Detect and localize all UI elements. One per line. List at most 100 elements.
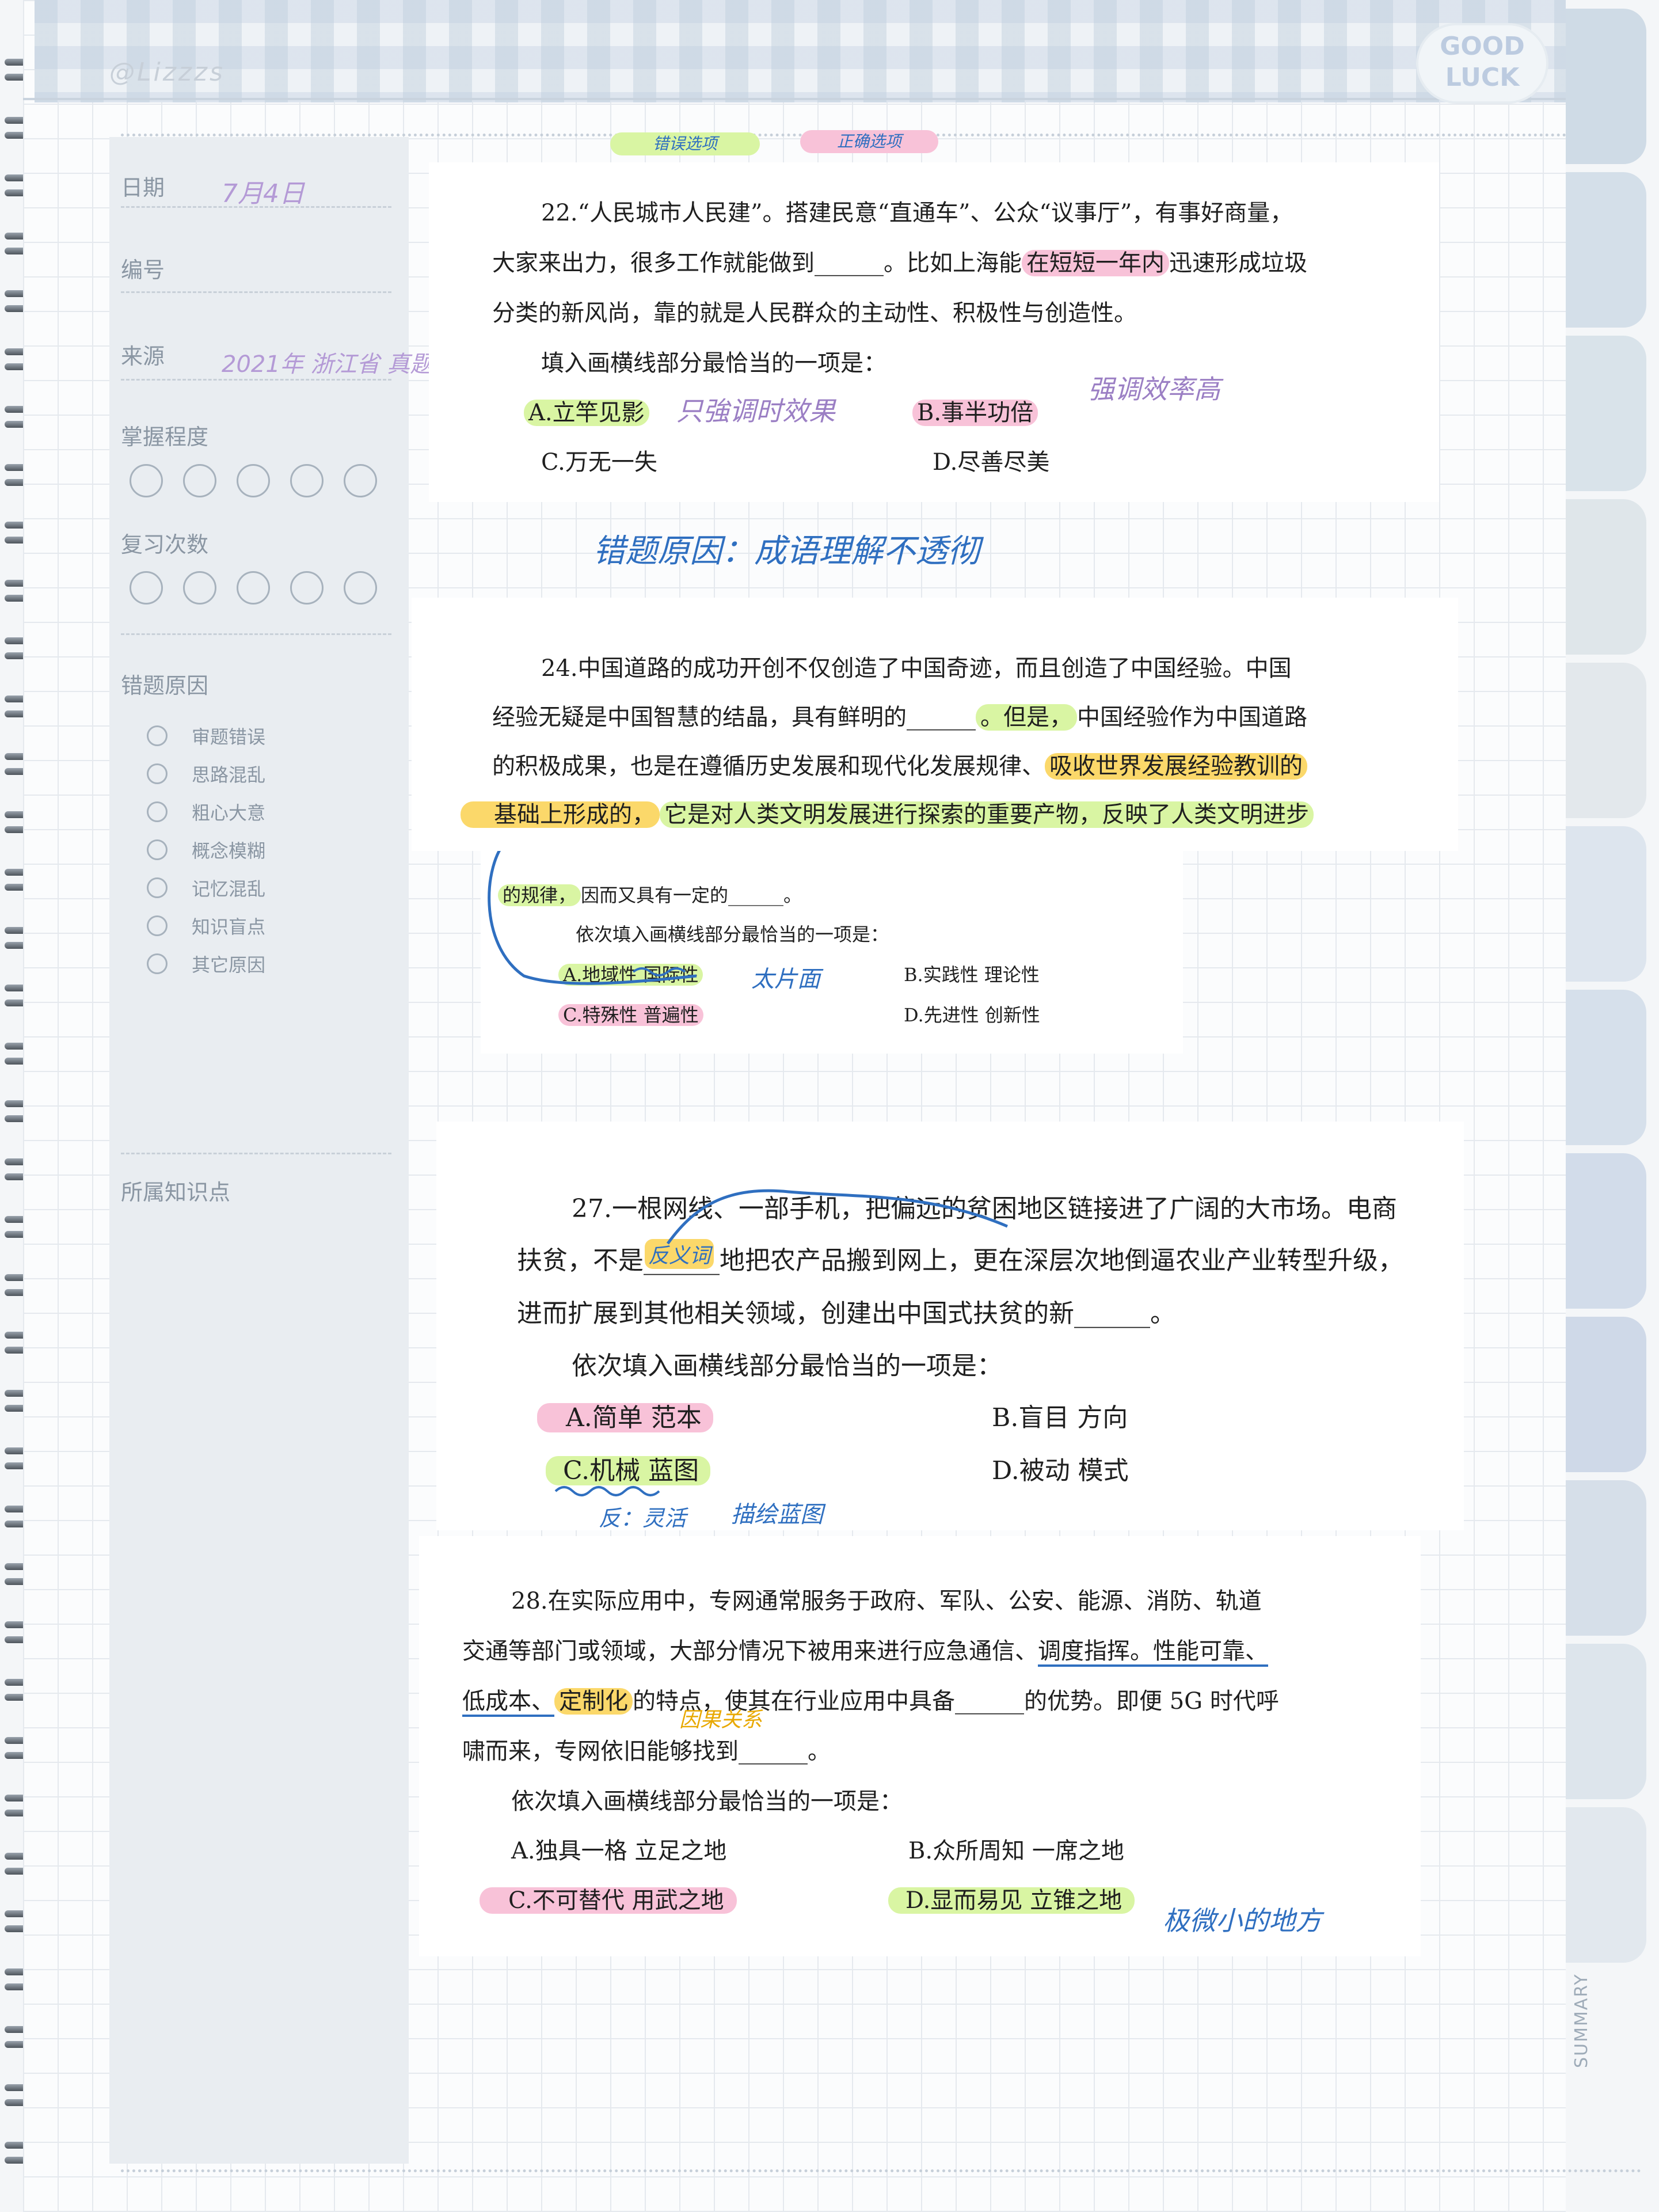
q24-highlight: 吸收世界发展经验教训的 bbox=[1045, 753, 1307, 780]
reason-list: 审题错误 思路混乱 粗心大意 概念模糊 记忆混乱 知识盲点 其它原因 bbox=[147, 717, 265, 983]
mastery-rating[interactable] bbox=[130, 464, 377, 497]
number-label: 编号 bbox=[121, 257, 165, 283]
radio-icon[interactable] bbox=[147, 725, 168, 746]
q28-option-d[interactable]: D.显而易见 立锥之地 bbox=[888, 1882, 1135, 1915]
q24-stem-line: 经验无疑是中国智慧的结晶，具有鲜明的______ 。但是， 中国经验作为中国道路 bbox=[492, 698, 1307, 732]
question-24-card: 24.中国道路的成功开创不仅创造了中国奇迹，而且创造了中国经验。中国 经验无疑是… bbox=[412, 598, 1458, 851]
mastery-label: 掌握程度 bbox=[121, 424, 209, 450]
radio-icon[interactable] bbox=[147, 801, 168, 822]
q27-note-c2: 描绘蓝图 bbox=[731, 1502, 823, 1528]
section-tab[interactable] bbox=[1566, 336, 1646, 491]
q24-option-c[interactable]: C.特殊性 普遍性 bbox=[558, 1001, 703, 1027]
reason-option[interactable]: 思路混乱 bbox=[147, 755, 265, 793]
knowledge-label: 所属知识点 bbox=[121, 1180, 231, 1205]
review-underline bbox=[121, 633, 391, 635]
section-tab[interactable] bbox=[1566, 9, 1646, 164]
q22-wrong-reason: 错题原因：成语理解不透彻 bbox=[593, 533, 980, 570]
q28-option-c[interactable]: C.不可替代 用武之地 bbox=[480, 1882, 737, 1915]
q27-option-d[interactable]: D.被动 模式 bbox=[992, 1450, 1129, 1487]
q22-stem-line: 分类的新风尚，靠的就是人民群众的主动性、积极性与创造性。 bbox=[492, 300, 1137, 326]
q27-option-b[interactable]: B.盲目 方向 bbox=[992, 1397, 1128, 1434]
reason-underline bbox=[121, 1153, 391, 1154]
summary-tab-label[interactable]: SUMMARY bbox=[1572, 1969, 1641, 2073]
option-text: C.不可替代 用武之地 bbox=[480, 1887, 737, 1914]
q22-highlight: 在短短一年内 bbox=[1022, 250, 1169, 276]
top-plaid-band bbox=[35, 0, 1566, 102]
option-text: A.简单 范本 bbox=[537, 1403, 713, 1432]
reason-option[interactable]: 粗心大意 bbox=[147, 793, 265, 831]
q28-highlight: 定制化 bbox=[554, 1688, 633, 1715]
q28-note-d: 极微小的地方 bbox=[1163, 1905, 1322, 1936]
reason-option[interactable]: 记忆混乱 bbox=[147, 869, 265, 907]
option-text: A.立竿见影 bbox=[524, 400, 649, 426]
option-text: D.显而易见 立锥之地 bbox=[888, 1887, 1135, 1914]
q22-option-b[interactable]: B.事半功倍 bbox=[912, 394, 1038, 427]
source-label: 来源 bbox=[121, 344, 165, 369]
review-circle[interactable] bbox=[344, 571, 377, 605]
q24-text: 经验无疑是中国智慧的结晶，具有鲜明的______ bbox=[492, 704, 976, 731]
q24-option-b[interactable]: B.实践性 理论性 bbox=[904, 960, 1040, 987]
q22-stem-line: 大家来出力，很多工作就能做到______。比如上海能 在短短一年内 迅速形成垃圾 bbox=[492, 244, 1307, 278]
radio-icon[interactable] bbox=[147, 763, 168, 784]
section-tab[interactable] bbox=[1566, 499, 1646, 655]
review-circle[interactable] bbox=[237, 571, 270, 605]
section-tab[interactable] bbox=[1566, 663, 1646, 818]
q24-highlight: 它是对人类文明发展进行探索的重要产物，反映了人类文明进步 bbox=[660, 801, 1314, 828]
reason-option[interactable]: 知识盲点 bbox=[147, 907, 265, 945]
good-luck-sticker: GOOD LUCK bbox=[1416, 23, 1548, 104]
section-tab[interactable] bbox=[1566, 1317, 1646, 1472]
q24-option-d[interactable]: D.先进性 创新性 bbox=[904, 1001, 1040, 1027]
mastery-circle[interactable] bbox=[130, 464, 163, 497]
section-tab[interactable] bbox=[1566, 172, 1646, 328]
q27-option-a[interactable]: A.简单 范本 bbox=[537, 1397, 713, 1434]
section-tab[interactable] bbox=[1566, 990, 1646, 1145]
source-underline bbox=[121, 379, 391, 381]
q27-note-c1: 反：灵活 bbox=[599, 1506, 687, 1531]
reason-text: 思路混乱 bbox=[192, 764, 266, 786]
section-tab[interactable] bbox=[1566, 826, 1646, 982]
section-tab[interactable] bbox=[1566, 1807, 1646, 1963]
section-tab[interactable] bbox=[1566, 1644, 1646, 1799]
q22-text: 大家来出力，很多工作就能做到______。比如上海能 bbox=[492, 250, 1022, 276]
mastery-circle[interactable] bbox=[237, 464, 270, 497]
q24-highlight: 。但是， bbox=[976, 704, 1077, 731]
q22-stem-line: 22.“人民城市人民建”。搭建民意“直通车”、公众“议事厅”，有事好商量， bbox=[541, 200, 1293, 226]
section-tab[interactable] bbox=[1566, 1480, 1646, 1636]
mastery-circle[interactable] bbox=[344, 464, 377, 497]
reason-text: 审题错误 bbox=[192, 726, 266, 748]
review-circle[interactable] bbox=[130, 571, 163, 605]
q22-option-d[interactable]: D.尽善尽美 bbox=[933, 443, 1049, 477]
reason-text: 记忆混乱 bbox=[192, 878, 266, 900]
q28-stem-line: 啸而来，专网依旧能够找到______。 bbox=[462, 1738, 831, 1765]
q24-highlight: 基础上形成的， bbox=[461, 801, 660, 828]
review-circle[interactable] bbox=[290, 571, 324, 605]
radio-icon[interactable] bbox=[147, 915, 168, 936]
mastery-circle[interactable] bbox=[183, 464, 216, 497]
radio-icon[interactable] bbox=[147, 877, 168, 898]
section-tab[interactable] bbox=[1566, 1153, 1646, 1309]
review-count[interactable] bbox=[130, 571, 377, 605]
q27-curve-arrow bbox=[666, 1189, 1008, 1245]
mastery-circle[interactable] bbox=[290, 464, 324, 497]
reason-option[interactable]: 其它原因 bbox=[147, 945, 265, 983]
q24-stem-line: 的积极成果，也是在遵循历史发展和现代化发展规律、 吸收世界发展经验教训的 bbox=[492, 747, 1307, 781]
q28-stem-line: 低成本、 定制化 的特点，使其在行业应用中具备______的优势。即便 5G 时代呼 bbox=[462, 1682, 1279, 1717]
q24-stem-line: 24.中国道路的成功开创不仅创造了中国奇迹，而且创造了中国经验。中国 bbox=[541, 655, 1292, 682]
radio-icon[interactable] bbox=[147, 953, 168, 974]
q28-stem-line: 交通等部门或领域，大部分情况下被用来进行应急通信、调度指挥。性能可靠、 bbox=[462, 1632, 1268, 1667]
q22-option-c[interactable]: C.万无一失 bbox=[541, 443, 657, 477]
q28-text: 低成本、 bbox=[462, 1688, 554, 1717]
q28-option-b[interactable]: B.众所周知 一席之地 bbox=[908, 1832, 1124, 1865]
review-label: 复习次数 bbox=[121, 532, 209, 557]
q28-option-a[interactable]: A.独具一格 立足之地 bbox=[511, 1832, 726, 1865]
bottom-dotted-line bbox=[121, 2169, 1642, 2172]
legend-correct-option: 正确选项 bbox=[800, 130, 938, 153]
q22-prompt: 填入画横线部分最恰当的一项是： bbox=[541, 350, 886, 377]
q22-option-a[interactable]: A.立竿见影 bbox=[524, 394, 649, 427]
date-label: 日期 bbox=[121, 175, 165, 200]
reason-option[interactable]: 审题错误 bbox=[147, 717, 265, 755]
radio-icon[interactable] bbox=[147, 839, 168, 860]
reason-option[interactable]: 概念模糊 bbox=[147, 831, 265, 869]
q28-underlined: 调度指挥。性能可靠、 bbox=[1038, 1638, 1268, 1667]
review-circle[interactable] bbox=[183, 571, 216, 605]
